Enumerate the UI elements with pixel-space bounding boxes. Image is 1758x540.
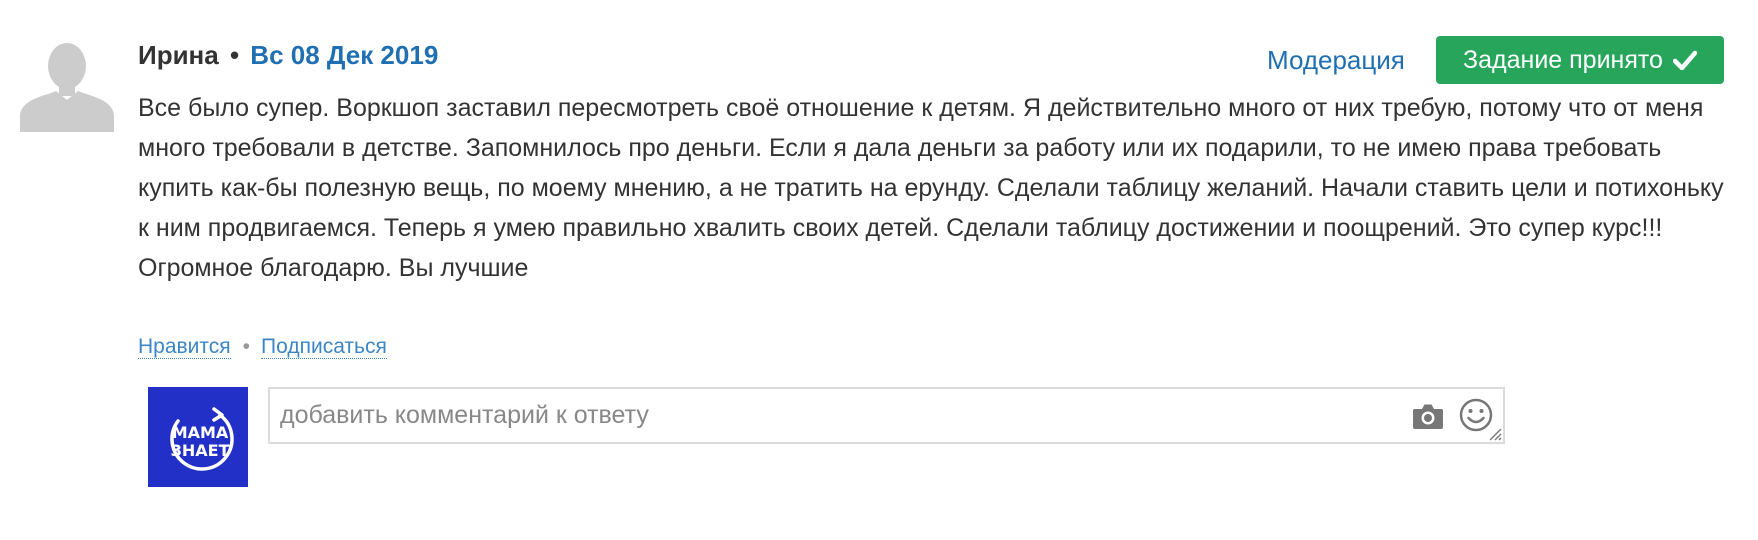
current-user-avatar: МАМА ЗНАЕТ xyxy=(148,387,248,487)
comment-input[interactable] xyxy=(280,389,1400,442)
subscribe-link[interactable]: Подписаться xyxy=(261,335,387,359)
checkmark-icon xyxy=(1672,50,1697,70)
task-accepted-label: Задание принято xyxy=(1463,46,1663,74)
moderation-link[interactable]: Модерация xyxy=(1267,44,1405,76)
review-date-link[interactable]: Вс 08 Дек 2019 xyxy=(250,40,438,70)
actions-separator: • xyxy=(242,335,251,358)
review-actions: Нравится • Подписаться xyxy=(138,332,387,362)
like-link[interactable]: Нравится xyxy=(138,335,231,359)
author-name: Ирина xyxy=(138,40,219,70)
avatar-logo-line1: МАМА xyxy=(172,423,229,442)
task-accepted-button[interactable]: Задание принято xyxy=(1436,36,1724,84)
avatar-logo-line2: ЗНАЕТ xyxy=(171,441,230,460)
review-text: Все было супер. Воркшоп заставил пересмо… xyxy=(138,94,1724,282)
review-header: Ирина • Вс 08 Дек 2019 xyxy=(138,38,438,72)
author-avatar xyxy=(20,38,114,132)
resize-handle-icon[interactable] xyxy=(1486,425,1502,441)
comment-box xyxy=(268,387,1505,444)
header-separator: • xyxy=(229,40,240,70)
camera-icon[interactable] xyxy=(1412,401,1444,431)
